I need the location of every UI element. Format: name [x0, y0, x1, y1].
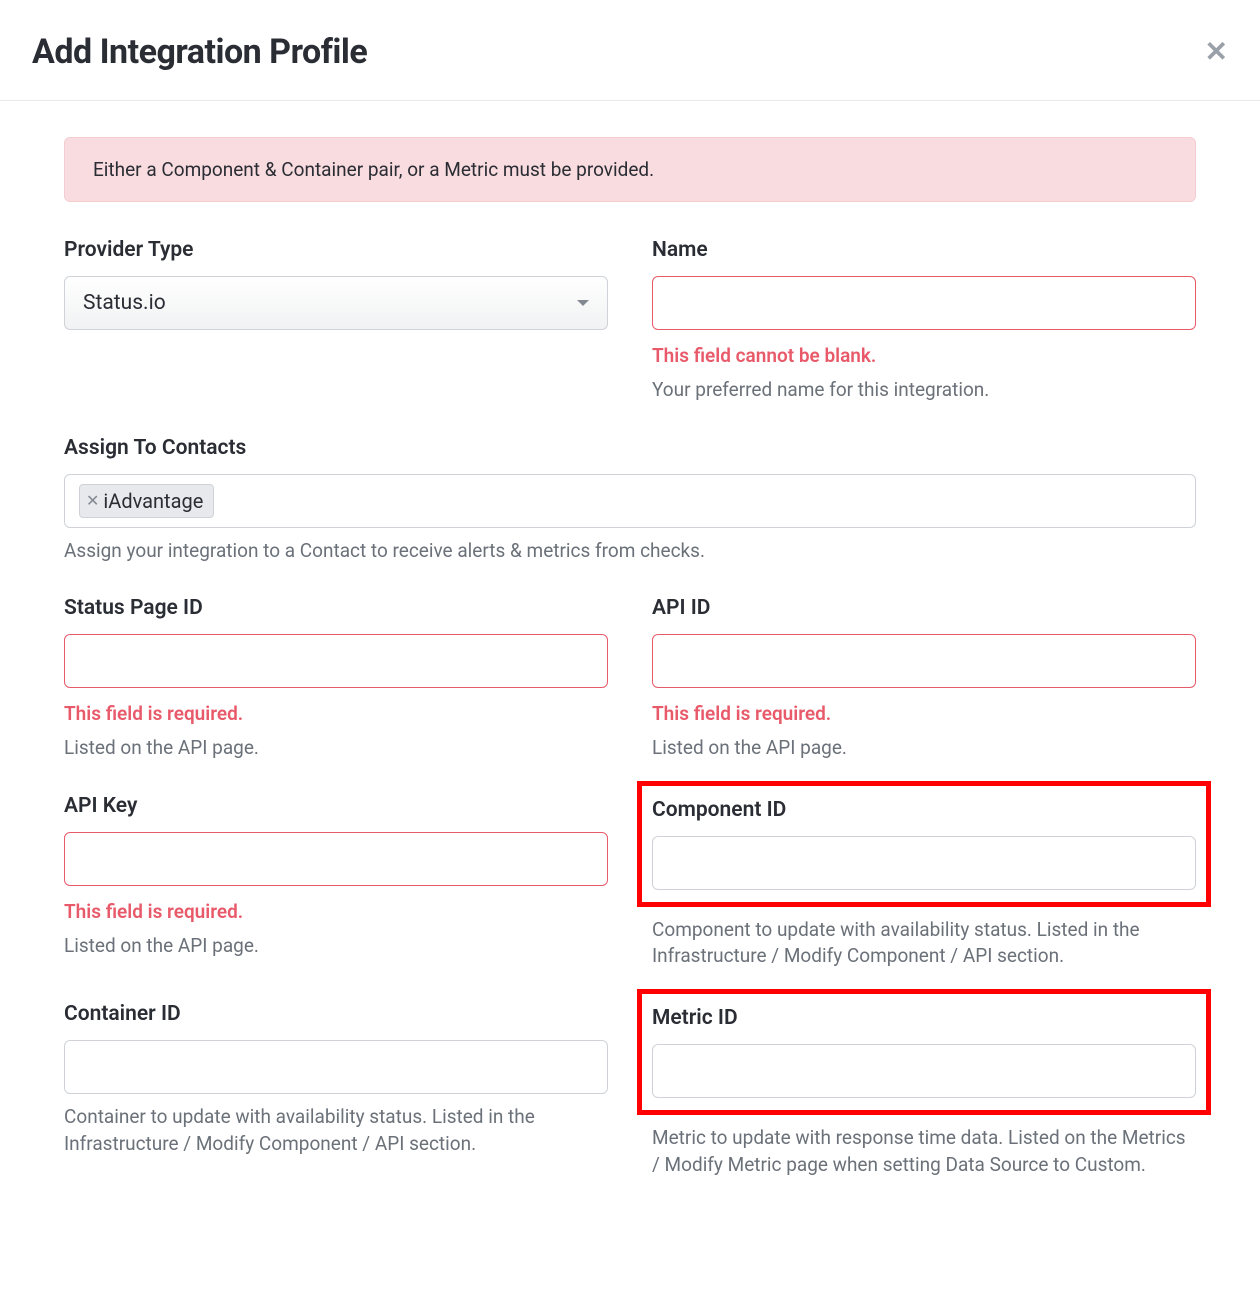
api-key-field: API Key This field is required. Listed o… [64, 794, 608, 970]
metric-id-highlight: Metric ID [637, 989, 1211, 1115]
assign-contacts-label: Assign To Contacts [64, 436, 1196, 460]
close-icon[interactable]: ✕ [1205, 38, 1228, 66]
container-id-label: Container ID [64, 1002, 608, 1026]
provider-type-field: Provider Type Status.io [64, 238, 608, 404]
status-page-id-label: Status Page ID [64, 596, 608, 620]
modal-title: Add Integration Profile [32, 32, 367, 72]
status-page-id-input[interactable] [64, 634, 608, 688]
metric-id-help: Metric to update with response time data… [652, 1125, 1196, 1178]
name-field: Name This field cannot be blank. Your pr… [652, 238, 1196, 404]
name-help: Your preferred name for this integration… [652, 377, 1196, 404]
contact-tag-label: iAdvantage [103, 489, 203, 513]
container-id-field: Container ID Container to update with av… [64, 1002, 608, 1178]
api-id-label: API ID [652, 596, 1196, 620]
provider-type-select[interactable]: Status.io [64, 276, 608, 330]
name-label: Name [652, 238, 1196, 262]
api-id-field: API ID This field is required. Listed on… [652, 596, 1196, 762]
assign-contacts-field: Assign To Contacts ✕ iAdvantage Assign y… [64, 436, 1196, 565]
provider-type-value: Status.io [83, 291, 166, 315]
api-key-error: This field is required. [64, 900, 608, 923]
metric-id-field: Metric ID Metric to update with response… [652, 1002, 1196, 1178]
api-id-error: This field is required. [652, 702, 1196, 725]
contact-tag[interactable]: ✕ iAdvantage [79, 484, 214, 518]
modal-body: Either a Component & Container pair, or … [0, 101, 1260, 1178]
container-id-help: Container to update with availability st… [64, 1104, 608, 1157]
provider-type-label: Provider Type [64, 238, 608, 262]
chevron-down-icon [577, 300, 589, 306]
status-page-id-error: This field is required. [64, 702, 608, 725]
name-input[interactable] [652, 276, 1196, 330]
api-id-input[interactable] [652, 634, 1196, 688]
container-id-input[interactable] [64, 1040, 608, 1094]
status-page-id-help: Listed on the API page. [64, 735, 608, 762]
component-id-field: Component ID Component to update with av… [652, 794, 1196, 970]
assign-contacts-help: Assign your integration to a Contact to … [64, 538, 1196, 565]
api-key-input[interactable] [64, 832, 608, 886]
status-page-id-field: Status Page ID This field is required. L… [64, 596, 608, 762]
component-id-label: Component ID [652, 798, 1196, 822]
name-error: This field cannot be blank. [652, 344, 1196, 367]
validation-alert: Either a Component & Container pair, or … [64, 137, 1196, 202]
metric-id-label: Metric ID [652, 1006, 1196, 1030]
component-id-input[interactable] [652, 836, 1196, 890]
alert-text: Either a Component & Container pair, or … [93, 158, 654, 181]
api-id-help: Listed on the API page. [652, 735, 1196, 762]
modal-header: Add Integration Profile ✕ [0, 0, 1260, 101]
component-id-help: Component to update with availability st… [652, 917, 1196, 970]
component-id-highlight: Component ID [637, 781, 1211, 907]
tag-remove-icon[interactable]: ✕ [86, 493, 99, 509]
api-key-label: API Key [64, 794, 608, 818]
api-key-help: Listed on the API page. [64, 933, 608, 960]
metric-id-input[interactable] [652, 1044, 1196, 1098]
assign-contacts-input[interactable]: ✕ iAdvantage [64, 474, 1196, 528]
